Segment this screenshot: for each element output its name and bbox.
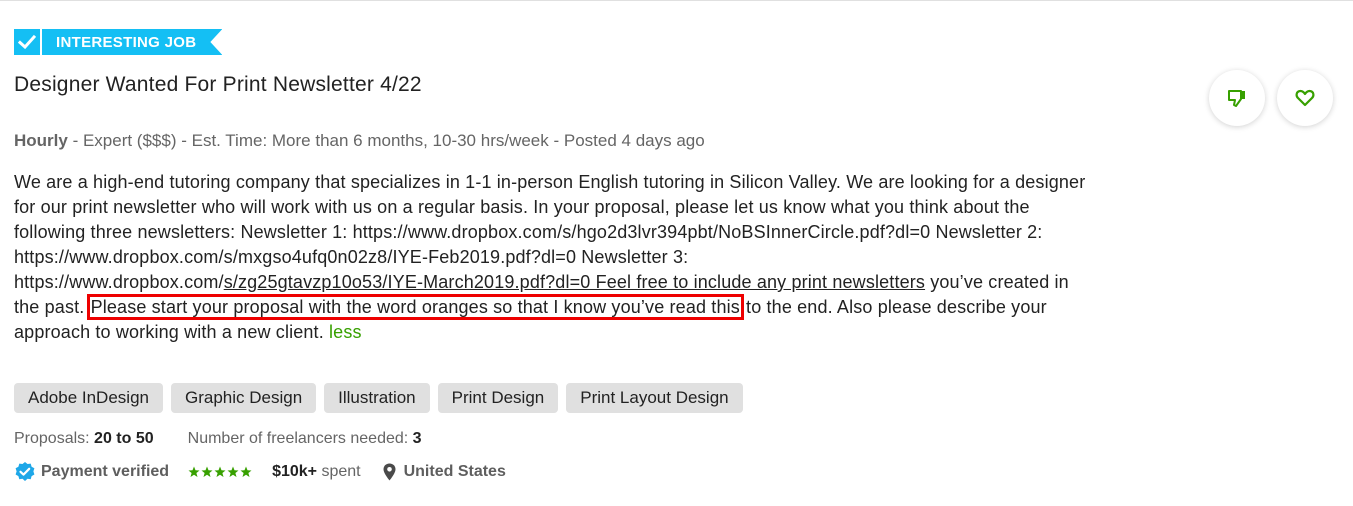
star-icon bbox=[214, 466, 226, 477]
job-stats: Proposals: 20 to 50 Number of freelancer… bbox=[14, 430, 422, 448]
checkmark-icon bbox=[14, 29, 40, 55]
client-location: United States bbox=[383, 463, 506, 481]
spent-value: $10k+ bbox=[272, 463, 317, 480]
job-type: Hourly bbox=[14, 131, 68, 150]
save-job-button[interactable] bbox=[1277, 70, 1333, 126]
newsletter-3-link[interactable]: s/zg25gtavzp10o53/IYE-March2019.pdf?dl=0… bbox=[224, 272, 925, 292]
skills-list: Adobe InDesign Graphic Design Illustrati… bbox=[14, 383, 743, 413]
interesting-job-badge: INTERESTING JOB bbox=[14, 29, 222, 55]
location-pin-icon bbox=[383, 463, 396, 481]
skill-tag[interactable]: Graphic Design bbox=[170, 383, 317, 413]
skill-tag[interactable]: Adobe InDesign bbox=[14, 383, 163, 413]
client-rating bbox=[188, 466, 252, 478]
client-spent: $10k+ spent bbox=[272, 463, 361, 481]
location-label: United States bbox=[403, 463, 506, 480]
job-title[interactable]: Designer Wanted For Print Newsletter 4/2… bbox=[14, 73, 422, 97]
spent-label: spent bbox=[317, 463, 361, 480]
heart-icon bbox=[1295, 89, 1315, 107]
verified-badge-icon bbox=[15, 462, 35, 481]
star-icon bbox=[227, 466, 239, 477]
job-meta: Hourly - Expert ($$$) - Est. Time: More … bbox=[14, 131, 705, 151]
job-meta-details: - Expert ($$$) - Est. Time: More than 6 … bbox=[67, 131, 705, 150]
skill-tag[interactable]: Print Design bbox=[437, 383, 559, 413]
star-icon bbox=[188, 466, 200, 477]
job-actions bbox=[1209, 70, 1333, 126]
freelancers-stat: Number of freelancers needed: 3 bbox=[188, 430, 422, 448]
proposals-label: Proposals: bbox=[14, 430, 95, 447]
payment-verified-label: Payment verified bbox=[41, 463, 170, 480]
skill-tag[interactable]: Print Layout Design bbox=[566, 383, 743, 413]
skill-tag[interactable]: Illustration bbox=[324, 383, 430, 413]
top-divider bbox=[0, 0, 1353, 1]
job-description: We are a high-end tutoring company that … bbox=[14, 170, 1099, 345]
less-link[interactable]: less bbox=[329, 322, 362, 342]
proposals-value: 20 to 50 bbox=[94, 430, 154, 447]
client-info: Payment verified $10k+ spent United Stat… bbox=[14, 461, 506, 483]
proposals-stat: Proposals: 20 to 50 bbox=[14, 430, 154, 448]
badge-label: INTERESTING JOB bbox=[42, 29, 222, 55]
thumbs-down-icon bbox=[1228, 90, 1245, 107]
dislike-button[interactable] bbox=[1209, 70, 1265, 126]
freelancers-value: 3 bbox=[412, 430, 422, 447]
freelancers-label: Number of freelancers needed: bbox=[187, 430, 413, 447]
star-icon bbox=[201, 466, 213, 477]
highlighted-instruction: Please start your proposal with the word… bbox=[86, 294, 744, 320]
star-icon bbox=[240, 466, 252, 477]
